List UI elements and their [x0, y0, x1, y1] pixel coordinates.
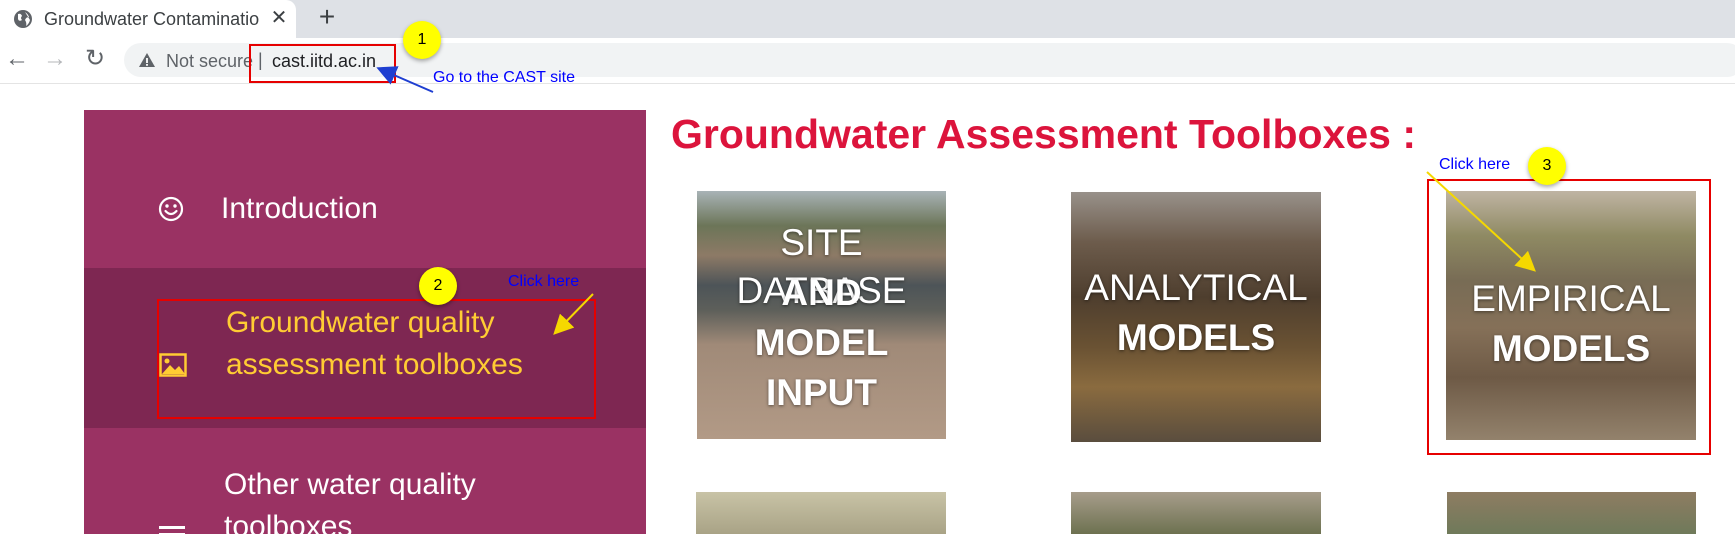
arrow-url: [376, 66, 434, 93]
arrow-empirical: [1426, 171, 1536, 272]
annotation-arrows: [376, 66, 1536, 335]
arrow-toolboxes: [553, 293, 594, 335]
